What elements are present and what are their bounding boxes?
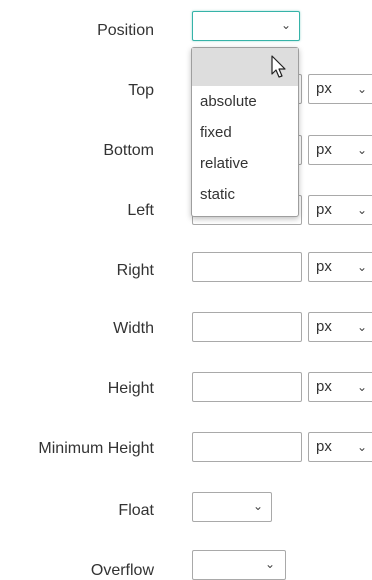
chevron-down-icon: ⌄: [357, 203, 368, 217]
right-label: Right: [116, 262, 154, 279]
chevron-down-icon: ⌄: [281, 18, 292, 32]
dropdown-option-static[interactable]: static: [192, 179, 298, 210]
left-unit-select[interactable]: px ⌄: [308, 195, 372, 225]
height-unit-select[interactable]: px ⌄: [308, 372, 372, 402]
right-unit-value: px: [316, 258, 332, 275]
top-label: Top: [128, 82, 154, 99]
chevron-down-icon: ⌄: [357, 320, 368, 334]
chevron-down-icon: ⌄: [357, 440, 368, 454]
overflow-label: Overflow: [90, 562, 154, 579]
position-label: Position: [97, 22, 154, 39]
width-unit-select[interactable]: px ⌄: [308, 312, 372, 342]
min-height-unit-select[interactable]: px ⌄: [308, 432, 372, 462]
left-unit-value: px: [316, 201, 332, 218]
min-height-input[interactable]: [192, 432, 302, 462]
dropdown-option-absolute[interactable]: absolute: [192, 86, 298, 117]
min-height-label: Minimum Height: [38, 440, 154, 457]
dropdown-option-fixed[interactable]: fixed: [192, 117, 298, 148]
width-unit-value: px: [316, 318, 332, 335]
height-label: Height: [107, 380, 154, 397]
float-select[interactable]: ⌄: [192, 492, 272, 522]
min-height-unit-value: px: [316, 438, 332, 455]
bottom-label: Bottom: [103, 142, 154, 159]
dropdown-option-relative[interactable]: relative: [192, 148, 298, 179]
position-select[interactable]: ⌄: [192, 11, 300, 41]
right-input[interactable]: [192, 252, 302, 282]
top-unit-select[interactable]: px ⌄: [308, 74, 372, 104]
bottom-unit-value: px: [316, 141, 332, 158]
width-label: Width: [113, 320, 154, 337]
right-unit-select[interactable]: px ⌄: [308, 252, 372, 282]
chevron-down-icon: ⌄: [253, 499, 264, 513]
mouse-pointer-icon: [271, 55, 286, 78]
overflow-select[interactable]: ⌄: [192, 550, 286, 580]
float-label: Float: [118, 502, 154, 519]
chevron-down-icon: ⌄: [357, 82, 368, 96]
chevron-down-icon: ⌄: [265, 557, 276, 571]
height-input[interactable]: [192, 372, 302, 402]
top-unit-value: px: [316, 80, 332, 97]
chevron-down-icon: ⌄: [357, 143, 368, 157]
width-input[interactable]: [192, 312, 302, 342]
chevron-down-icon: ⌄: [357, 260, 368, 274]
height-unit-value: px: [316, 378, 332, 395]
bottom-unit-select[interactable]: px ⌄: [308, 135, 372, 165]
chevron-down-icon: ⌄: [357, 380, 368, 394]
left-label: Left: [127, 202, 154, 219]
